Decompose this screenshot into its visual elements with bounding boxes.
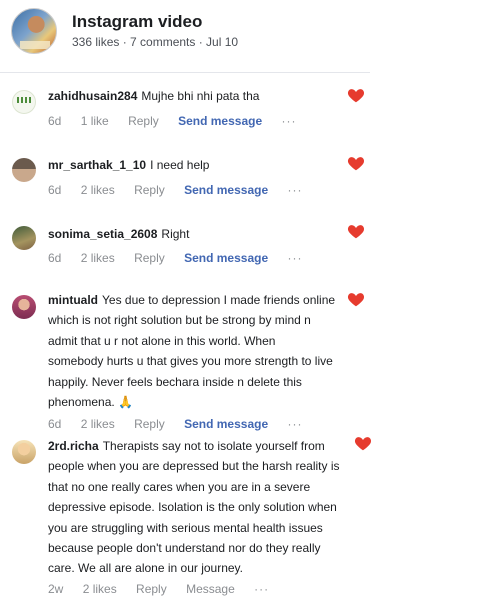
reply-button[interactable]: Reply [136,582,167,596]
comment-body: Mujhe bhi nhi pata tha [141,89,260,103]
comment-body-line: people when you are depressed but the ha… [48,459,340,474]
comment-body-line: happily. Never feels bechara inside n de… [48,374,302,389]
comment-body-line: because people don't understand nor do t… [48,541,321,556]
comment-time: 6d [48,417,62,431]
post-avatar[interactable] [11,8,57,54]
commenter-avatar[interactable] [12,440,36,464]
comment-text: zahidhusain284 Mujhe bhi nhi pata tha [48,86,259,106]
comment-body-line: you are struggling with serious mental h… [48,520,323,535]
heart-icon[interactable] [347,223,365,239]
comment-actions: 6d 2 likes Reply Send message ··· [48,183,318,197]
send-message-button[interactable]: Send message [178,114,262,128]
comment-username[interactable]: sonima_setia_2608 [48,227,157,241]
comment-likes[interactable]: 2 likes [81,183,115,197]
comment-actions: 6d 2 likes Reply Send message ··· [48,417,318,431]
comment-body-line: Therapists say not to isolate yourself f… [102,439,325,453]
comment-text: sonima_setia_2608 Right [48,224,189,244]
more-options-icon[interactable]: ··· [281,114,296,128]
comment-text: mintuald Yes due to depression I made fri… [48,290,335,412]
comment-body-line: somebody hurts u that gives you more str… [48,354,333,369]
reply-button[interactable]: Reply [134,251,165,265]
comment-actions: 6d 1 like Reply Send message ··· [48,114,312,128]
comment-body-line: admit that u r not alone in this world. … [48,333,276,348]
message-button[interactable]: Message [186,582,235,596]
comment-username[interactable]: zahidhusain284 [48,89,137,103]
comment-actions: 6d 2 likes Reply Send message ··· [48,251,318,265]
commenter-avatar[interactable] [12,90,36,114]
comment-likes[interactable]: 2 likes [81,417,115,431]
comment-likes[interactable]: 2 likes [81,251,115,265]
comment-username[interactable]: 2rd.richa [48,439,99,453]
heart-icon[interactable] [354,435,372,451]
comment-time: 6d [48,251,62,265]
send-message-button[interactable]: Send message [184,251,268,265]
post-meta: 336 likes · 7 comments · Jul 10 [72,35,239,49]
send-message-button[interactable]: Send message [184,183,268,197]
comment-body: Right [161,227,190,241]
comment-body-line: that no one really cares when you are in… [48,479,311,494]
reply-button[interactable]: Reply [134,183,165,197]
comment-body-line: care. We all are alone in our journey. [48,561,243,576]
comment-body: I need help [150,158,210,172]
heart-icon[interactable] [347,87,365,103]
commenter-avatar[interactable] [12,226,36,250]
more-options-icon[interactable]: ··· [287,417,302,431]
comment-username[interactable]: mr_sarthak_1_10 [48,158,146,172]
comment-time: 6d [48,114,62,128]
commenter-avatar[interactable] [12,158,36,182]
comment-likes[interactable]: 2 likes [83,582,117,596]
comment-text: mr_sarthak_1_10 I need help [48,155,209,175]
commenter-avatar[interactable] [12,295,36,319]
reply-button[interactable]: Reply [134,417,165,431]
comment-likes[interactable]: 1 like [81,114,109,128]
comment-body-line: Yes due to depression I made friends onl… [102,293,336,307]
comment-actions: 2w 2 likes Reply Message ··· [48,582,285,596]
comment-body-line: depressive episode. Isolation is the onl… [48,500,337,515]
more-options-icon[interactable]: ··· [287,183,302,197]
post-header: Instagram video 336 likes · 7 comments ·… [0,0,370,72]
comment-username[interactable]: mintuald [48,293,98,307]
comment-time: 2w [48,582,64,596]
heart-icon[interactable] [347,155,365,171]
comment-text: 2rd.richa Therapists say not to isolate y… [48,436,340,579]
comment-body-line: phenomena. 🙏 [48,395,133,410]
heart-icon[interactable] [347,291,365,307]
comment-body-line: which is not right solution but be stron… [48,313,311,328]
comment-time: 6d [48,183,62,197]
more-options-icon[interactable]: ··· [254,582,269,596]
send-message-button[interactable]: Send message [184,417,268,431]
more-options-icon[interactable]: ··· [287,251,302,265]
divider [0,72,370,73]
post-title[interactable]: Instagram video [72,12,202,32]
reply-button[interactable]: Reply [128,114,159,128]
